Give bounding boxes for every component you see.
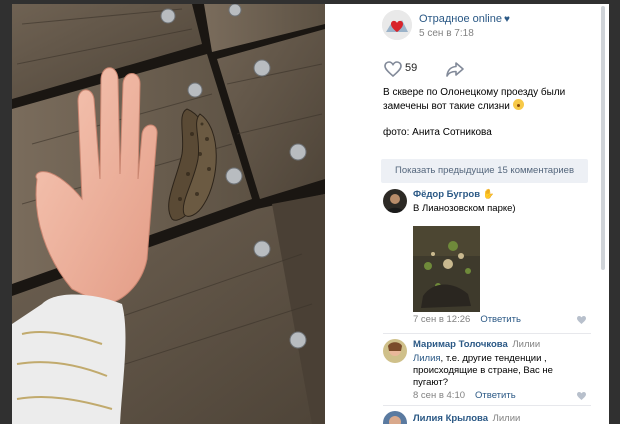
reply-to-name[interactable]: Лилии: [493, 413, 521, 424]
comment-item: Лилия Крылова Лилии: [383, 411, 591, 424]
backdrop-edge: [609, 0, 620, 424]
comment-text: Лилия, т.е. другие тенденции , происходя…: [413, 353, 583, 389]
share-icon[interactable]: [445, 60, 465, 78]
comment-photo[interactable]: [413, 226, 480, 312]
comment-author-name[interactable]: Фёдор Бугров: [413, 189, 480, 200]
comment-item: Маримар Толочкова Лилии Лилия, т.е. друг…: [383, 339, 591, 401]
post-header: Отрадное online ♥ 5 сен в 7:18: [382, 10, 592, 44]
comment-item: Фёдор Бугров ✋ В Лианозовском парке) 7 с…: [383, 189, 591, 329]
heart-icon: ♥: [503, 14, 510, 25]
comment-author[interactable]: Маримар Толочкова Лилии: [413, 339, 540, 350]
slug-photo-image: [12, 4, 325, 424]
like-heart-icon[interactable]: [383, 60, 403, 78]
reply-button[interactable]: Ответить: [475, 390, 516, 401]
group-name-text[interactable]: Отрадное online: [419, 13, 502, 25]
reply-button[interactable]: Ответить: [480, 314, 521, 325]
comment-author-name[interactable]: Лилия Крылова: [413, 413, 488, 424]
reply-to-name[interactable]: Лилии: [512, 339, 540, 350]
comment-meta: 7 сен в 12:26 Ответить: [413, 314, 521, 325]
show-previous-comments-button[interactable]: Показать предыдущие 15 комментариев: [381, 159, 588, 183]
post-text: В сквере по Олонецкому проезду были заме…: [383, 86, 588, 152]
post-text-body: В сквере по Олонецкому проезду были заме…: [383, 86, 588, 113]
comment-author[interactable]: Лилия Крылова Лилии: [413, 413, 520, 424]
like-count: 59: [405, 62, 418, 74]
comment-text: В Лианозовском парке): [413, 203, 516, 214]
comment-date[interactable]: 8 сен в 4:10: [413, 390, 465, 401]
comment-like-icon[interactable]: [576, 315, 587, 325]
reply-mention[interactable]: Лилия: [413, 353, 441, 364]
commenter-avatar[interactable]: [383, 339, 407, 363]
astonished-emoji-icon: [512, 99, 524, 110]
comment-author-name[interactable]: Маримар Толочкова: [413, 339, 508, 350]
group-avatar[interactable]: [382, 10, 412, 40]
group-name-link[interactable]: Отрадное online ♥: [419, 13, 510, 25]
commenter-avatar[interactable]: [383, 189, 407, 213]
comment-date[interactable]: 7 сен в 12:26: [413, 314, 470, 325]
comments-scrollbar[interactable]: [601, 6, 605, 270]
commenter-avatar[interactable]: [383, 411, 407, 424]
comment-meta: 8 сен в 4:10 Ответить: [413, 390, 516, 401]
hand-emoji-icon: ✋: [482, 189, 495, 200]
comment-divider: [383, 333, 591, 334]
post-credit: фото: Анита Сотникова: [383, 127, 492, 138]
comment-divider: [383, 405, 591, 406]
post-photo[interactable]: [12, 4, 325, 424]
comment-like-icon[interactable]: [576, 391, 587, 401]
post-text-line: В сквере по Олонецкому проезду были заме…: [383, 87, 566, 112]
post-date[interactable]: 5 сен в 7:18: [419, 28, 474, 39]
comment-author[interactable]: Фёдор Бугров ✋: [413, 189, 495, 200]
post-actions: 59: [383, 60, 473, 80]
